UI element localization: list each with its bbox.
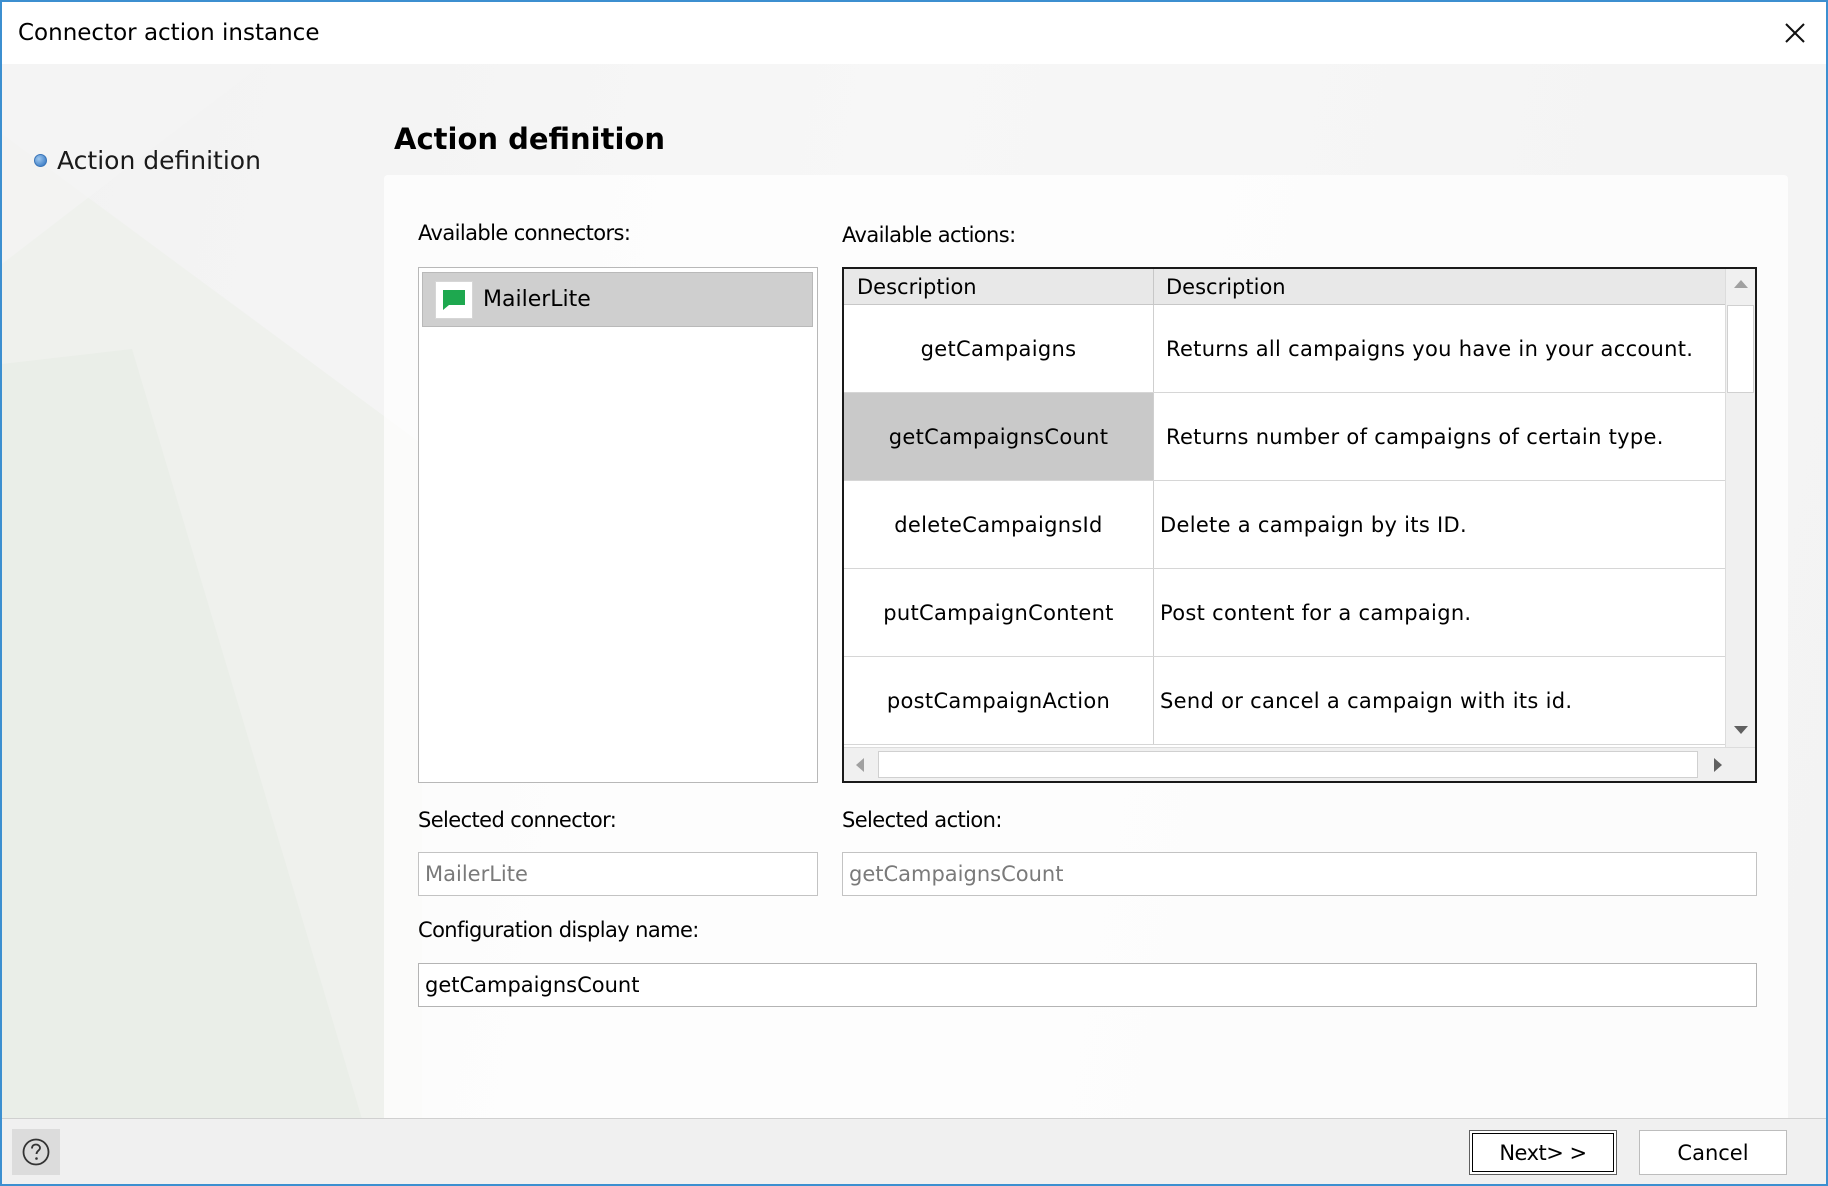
action-description-cell: Delete a campaign by its ID. bbox=[1160, 512, 1467, 537]
action-name-cell: getCampaignsCount bbox=[844, 393, 1154, 480]
scroll-up-button[interactable] bbox=[1726, 269, 1755, 299]
action-name-cell: putCampaignContent bbox=[844, 569, 1154, 656]
horizontal-scrollbar[interactable] bbox=[844, 747, 1755, 781]
action-description-cell: Returns all campaigns you have in your a… bbox=[1166, 336, 1694, 361]
connector-item-mailerlite[interactable]: MailerLite bbox=[422, 272, 813, 327]
dialog-window: Connector action instance Action definit… bbox=[0, 0, 1828, 1186]
connectors-list[interactable]: MailerLite bbox=[418, 267, 818, 783]
title-bar: Connector action instance bbox=[2, 2, 1826, 64]
window-title: Connector action instance bbox=[18, 20, 320, 46]
column-header-name[interactable]: Description bbox=[844, 269, 1154, 305]
close-button[interactable] bbox=[1764, 2, 1826, 64]
scroll-right-button[interactable] bbox=[1702, 748, 1734, 781]
cancel-button[interactable]: Cancel bbox=[1639, 1130, 1787, 1175]
nav-item-label: Action definition bbox=[57, 146, 261, 175]
dialog-footer: Next> > Cancel bbox=[2, 1119, 1826, 1184]
table-row[interactable]: postCampaignAction Send or cancel a camp… bbox=[844, 657, 1725, 745]
column-header-description[interactable]: Description bbox=[1154, 269, 1725, 305]
triangle-left-icon bbox=[856, 757, 864, 772]
table-row[interactable]: putCampaignContent Post content for a ca… bbox=[844, 569, 1725, 657]
connector-name: MailerLite bbox=[483, 287, 591, 312]
table-row[interactable]: deleteCampaignsId Delete a campaign by i… bbox=[844, 481, 1725, 569]
next-button-label: Next> > bbox=[1499, 1140, 1587, 1165]
question-circle-icon bbox=[22, 1138, 50, 1166]
triangle-up-icon bbox=[1733, 280, 1748, 288]
available-connectors-label: Available connectors: bbox=[418, 221, 631, 245]
action-description-cell: Returns number of campaigns of certain t… bbox=[1166, 424, 1664, 449]
selected-connector-field[interactable]: MailerLite bbox=[418, 852, 818, 896]
table-header: Description Description bbox=[844, 269, 1725, 305]
action-name-cell: postCampaignAction bbox=[844, 657, 1154, 744]
selected-action-label: Selected action: bbox=[842, 808, 1002, 832]
vertical-scroll-thumb[interactable] bbox=[1727, 305, 1754, 393]
chat-bubble-icon bbox=[443, 289, 465, 310]
table-row-selected[interactable]: getCampaignsCount Returns number of camp… bbox=[844, 393, 1725, 481]
scroll-down-button[interactable] bbox=[1726, 715, 1755, 745]
scroll-left-button[interactable] bbox=[844, 748, 876, 781]
actions-table[interactable]: Description Description getCampaigns Ret… bbox=[842, 267, 1757, 783]
action-name-cell: deleteCampaignsId bbox=[844, 481, 1154, 568]
nav-item-action-definition[interactable]: Action definition bbox=[34, 146, 261, 175]
action-description-cell: Post content for a campaign. bbox=[1160, 600, 1472, 625]
horizontal-scroll-thumb[interactable] bbox=[878, 751, 1698, 778]
cancel-button-label: Cancel bbox=[1677, 1140, 1749, 1165]
connector-icon bbox=[435, 280, 473, 319]
close-icon bbox=[1785, 23, 1805, 43]
triangle-right-icon bbox=[1714, 757, 1722, 772]
triangle-down-icon bbox=[1733, 726, 1748, 734]
display-name-label: Configuration display name: bbox=[418, 918, 699, 942]
available-actions-label: Available actions: bbox=[842, 223, 1016, 247]
selected-action-field[interactable]: getCampaignsCount bbox=[842, 852, 1757, 896]
next-button[interactable]: Next> > bbox=[1469, 1130, 1617, 1175]
bullet-icon bbox=[34, 154, 47, 167]
selected-connector-label: Selected connector: bbox=[418, 808, 617, 832]
vertical-scrollbar[interactable] bbox=[1725, 269, 1755, 747]
action-description-cell: Send or cancel a campaign with its id. bbox=[1160, 688, 1573, 713]
table-row[interactable]: getCampaigns Returns all campaigns you h… bbox=[844, 305, 1725, 393]
action-name-cell: getCampaigns bbox=[844, 305, 1154, 392]
help-button[interactable] bbox=[12, 1129, 60, 1175]
display-name-input[interactable]: getCampaignsCount bbox=[418, 963, 1757, 1007]
section-title: Action definition bbox=[394, 122, 665, 156]
